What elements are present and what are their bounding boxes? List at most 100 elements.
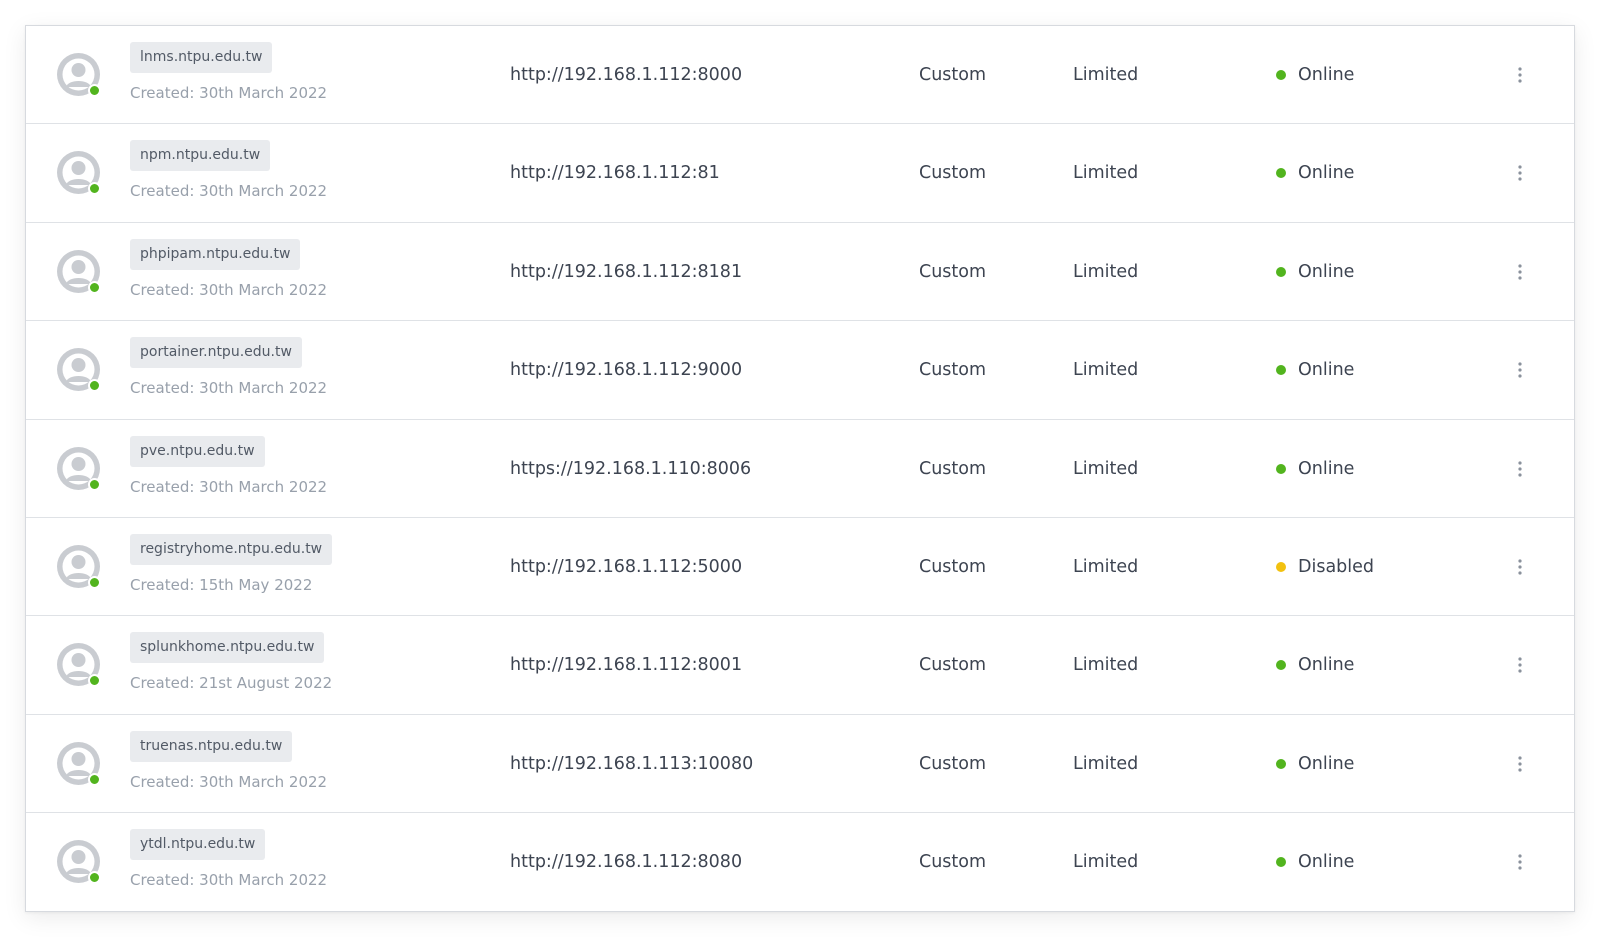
access-label: Limited — [1073, 852, 1139, 873]
status-dot-icon — [1276, 463, 1286, 474]
status: Online — [1276, 420, 1354, 518]
forward-destination: https://192.168.1.110:8006 — [510, 458, 752, 479]
status: Online — [1276, 715, 1354, 813]
access-label: Limited — [1073, 65, 1139, 85]
proxy-hosts-list: lnms.ntpu.edu.tw Created: 30th March 202… — [26, 26, 1574, 912]
forward-destination: http://192.168.1.112:8000 — [510, 65, 743, 85]
ssl-label: Custom — [919, 753, 987, 774]
ssl-label: Custom — [919, 655, 987, 676]
table-row: phpipam.ntpu.edu.tw Created: 30th March … — [26, 223, 1574, 322]
access-label: Limited — [1073, 458, 1139, 479]
row-actions-menu-button[interactable] — [1506, 356, 1534, 384]
forward-destination: http://192.168.1.113:10080 — [510, 753, 754, 774]
domain-name-badge[interactable]: ytdl.ntpu.edu.tw — [130, 829, 266, 861]
user-avatar-icon — [57, 741, 101, 786]
domain-name-badge[interactable]: registryhome.ntpu.edu.tw — [130, 533, 333, 565]
access-label: Limited — [1073, 556, 1139, 577]
status-dot-icon — [1276, 561, 1286, 572]
forward-destination: http://192.168.1.112:8080 — [510, 852, 743, 873]
status-label: Online — [1298, 360, 1355, 381]
status-label: Disabled — [1298, 556, 1375, 577]
kebab-menu-icon — [1518, 165, 1522, 181]
status: Online — [1276, 616, 1354, 714]
row-actions-menu-button[interactable] — [1506, 258, 1534, 286]
row-actions-menu-button[interactable] — [1506, 651, 1534, 679]
ssl-label: Custom — [919, 360, 987, 381]
status-label: Online — [1298, 852, 1355, 873]
row-actions-menu-button[interactable] — [1506, 553, 1534, 581]
status: Online — [1276, 223, 1354, 321]
avatar-online-indicator — [88, 84, 101, 97]
status-dot-icon — [1276, 266, 1286, 277]
row-actions-menu-button[interactable] — [1506, 159, 1534, 187]
domain-name-badge[interactable]: splunkhome.ntpu.edu.tw — [130, 632, 325, 664]
domain-name-badge[interactable]: lnms.ntpu.edu.tw — [130, 42, 273, 73]
ssl-label: Custom — [919, 852, 987, 873]
access-label: Limited — [1073, 753, 1139, 774]
status-label: Online — [1298, 458, 1355, 479]
forward-destination: http://192.168.1.112:8001 — [510, 655, 743, 676]
domain-name-badge[interactable]: phpipam.ntpu.edu.tw — [130, 238, 301, 270]
created-date: Created: 30th March 2022 — [130, 477, 328, 496]
status-dot-icon — [1276, 758, 1286, 769]
domain-name-badge[interactable]: npm.ntpu.edu.tw — [130, 140, 271, 172]
forward-destination: http://192.168.1.112:5000 — [510, 556, 743, 577]
status-label: Online — [1298, 655, 1355, 676]
status: Online — [1276, 813, 1354, 911]
status-dot-icon — [1276, 70, 1286, 80]
access-label: Limited — [1073, 163, 1139, 184]
row-actions-menu-button[interactable] — [1506, 848, 1534, 876]
kebab-menu-icon — [1518, 559, 1522, 575]
status-label: Online — [1298, 753, 1355, 774]
domain-name-badge[interactable]: truenas.ntpu.edu.tw — [130, 730, 293, 762]
created-date: Created: 30th March 2022 — [130, 772, 328, 791]
user-avatar-icon — [57, 348, 101, 393]
status-dot-icon — [1276, 660, 1286, 671]
table-row: ytdl.ntpu.edu.tw Created: 30th March 202… — [26, 813, 1574, 911]
avatar-online-indicator — [88, 772, 101, 786]
status: Online — [1276, 321, 1354, 419]
avatar-online-indicator — [88, 575, 101, 589]
kebab-menu-icon — [1518, 657, 1522, 673]
avatar-online-indicator — [88, 280, 101, 294]
row-actions-menu-button[interactable] — [1506, 455, 1534, 483]
table-row: truenas.ntpu.edu.tw Created: 30th March … — [26, 715, 1574, 814]
status-label: Online — [1298, 65, 1355, 85]
kebab-menu-icon — [1518, 854, 1522, 870]
status-label: Online — [1298, 261, 1355, 282]
kebab-menu-icon — [1518, 756, 1522, 772]
status-dot-icon — [1276, 857, 1286, 868]
table-row: pve.ntpu.edu.tw Created: 30th March 2022… — [26, 420, 1574, 518]
row-actions-menu-button[interactable] — [1506, 61, 1534, 89]
forward-destination: http://192.168.1.112:8181 — [510, 261, 743, 282]
user-avatar-icon — [57, 840, 101, 885]
table-row: npm.ntpu.edu.tw Created: 30th March 2022… — [26, 124, 1574, 223]
domain-name-badge[interactable]: portainer.ntpu.edu.tw — [130, 337, 302, 369]
created-date: Created: 15th May 2022 — [130, 575, 313, 594]
status-dot-icon — [1276, 365, 1286, 376]
status-label: Online — [1298, 163, 1355, 184]
kebab-menu-icon — [1518, 362, 1522, 378]
user-avatar-icon — [57, 544, 101, 589]
access-label: Limited — [1073, 655, 1139, 676]
created-date: Created: 30th March 2022 — [130, 379, 328, 398]
domain-name-badge[interactable]: pve.ntpu.edu.tw — [130, 435, 265, 467]
forward-destination: http://192.168.1.112:81 — [510, 163, 720, 184]
table-row: portainer.ntpu.edu.tw Created: 30th Marc… — [26, 321, 1574, 420]
status: Online — [1276, 26, 1354, 124]
user-avatar-icon — [57, 643, 101, 688]
access-label: Limited — [1073, 261, 1139, 282]
forward-destination: http://192.168.1.112:9000 — [510, 360, 743, 381]
created-date: Created: 30th March 2022 — [130, 182, 328, 201]
avatar-online-indicator — [88, 477, 101, 491]
table-row: registryhome.ntpu.edu.tw Created: 15th M… — [26, 518, 1574, 617]
kebab-menu-icon — [1518, 264, 1522, 280]
created-date: Created: 30th March 2022 — [130, 871, 328, 890]
status-dot-icon — [1276, 168, 1286, 179]
row-actions-menu-button[interactable] — [1506, 750, 1534, 778]
table-row: lnms.ntpu.edu.tw Created: 30th March 202… — [26, 26, 1574, 125]
table-row: splunkhome.ntpu.edu.tw Created: 21st Aug… — [26, 616, 1574, 715]
created-date: Created: 21st August 2022 — [130, 674, 333, 693]
ssl-label: Custom — [919, 163, 987, 184]
ssl-label: Custom — [919, 65, 987, 85]
